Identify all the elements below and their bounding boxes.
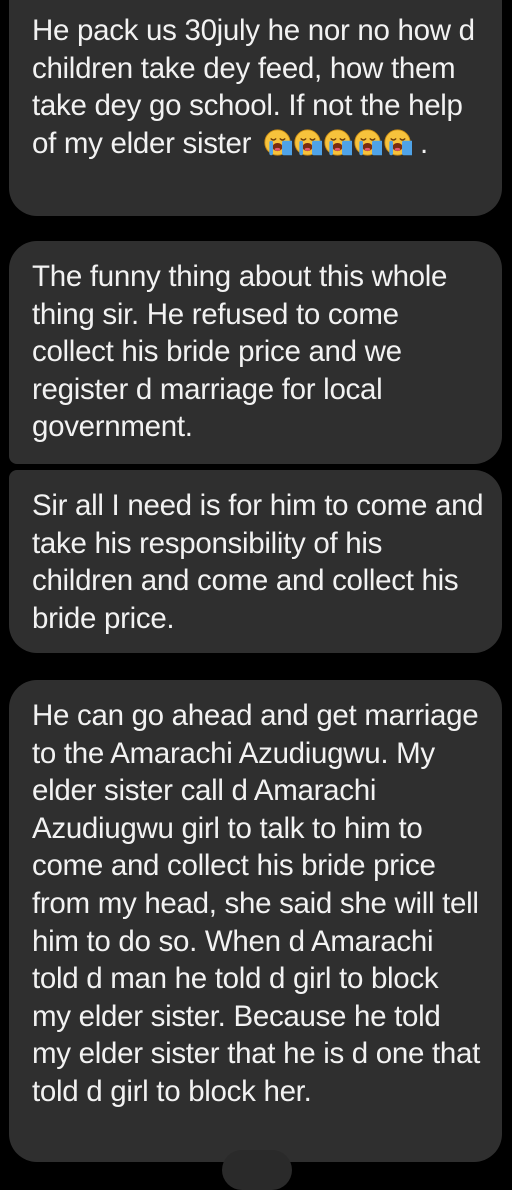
- message-text-suffix: .: [420, 126, 428, 160]
- loudly-crying-face-icon: [383, 128, 424, 157]
- loudly-crying-face-icon: [323, 128, 364, 157]
- scroll-to-bottom-button[interactable]: [222, 1150, 292, 1190]
- message-text: The funny thing about this whole thing s…: [32, 260, 448, 444]
- chat-thread: He pack us 30july he nor no how d childr…: [0, 0, 512, 1190]
- message-text: He can go ahead and get marriage to the …: [32, 699, 481, 1108]
- emoji-group: [263, 128, 424, 157]
- message-text: He pack us 30july he nor no how d childr…: [32, 12, 484, 162]
- message-bubble[interactable]: Sir all I need is for him to come and ta…: [9, 470, 502, 653]
- message-bubble[interactable]: He can go ahead and get marriage to the …: [9, 680, 502, 1162]
- message-text: Sir all I need is for him to come and ta…: [32, 489, 484, 635]
- message-bubble[interactable]: He pack us 30july he nor no how d childr…: [9, 0, 502, 216]
- loudly-crying-face-icon: [293, 128, 334, 157]
- loudly-crying-face-icon: [353, 128, 394, 157]
- loudly-crying-face-icon: [263, 128, 304, 157]
- message-bubble[interactable]: The funny thing about this whole thing s…: [9, 241, 502, 464]
